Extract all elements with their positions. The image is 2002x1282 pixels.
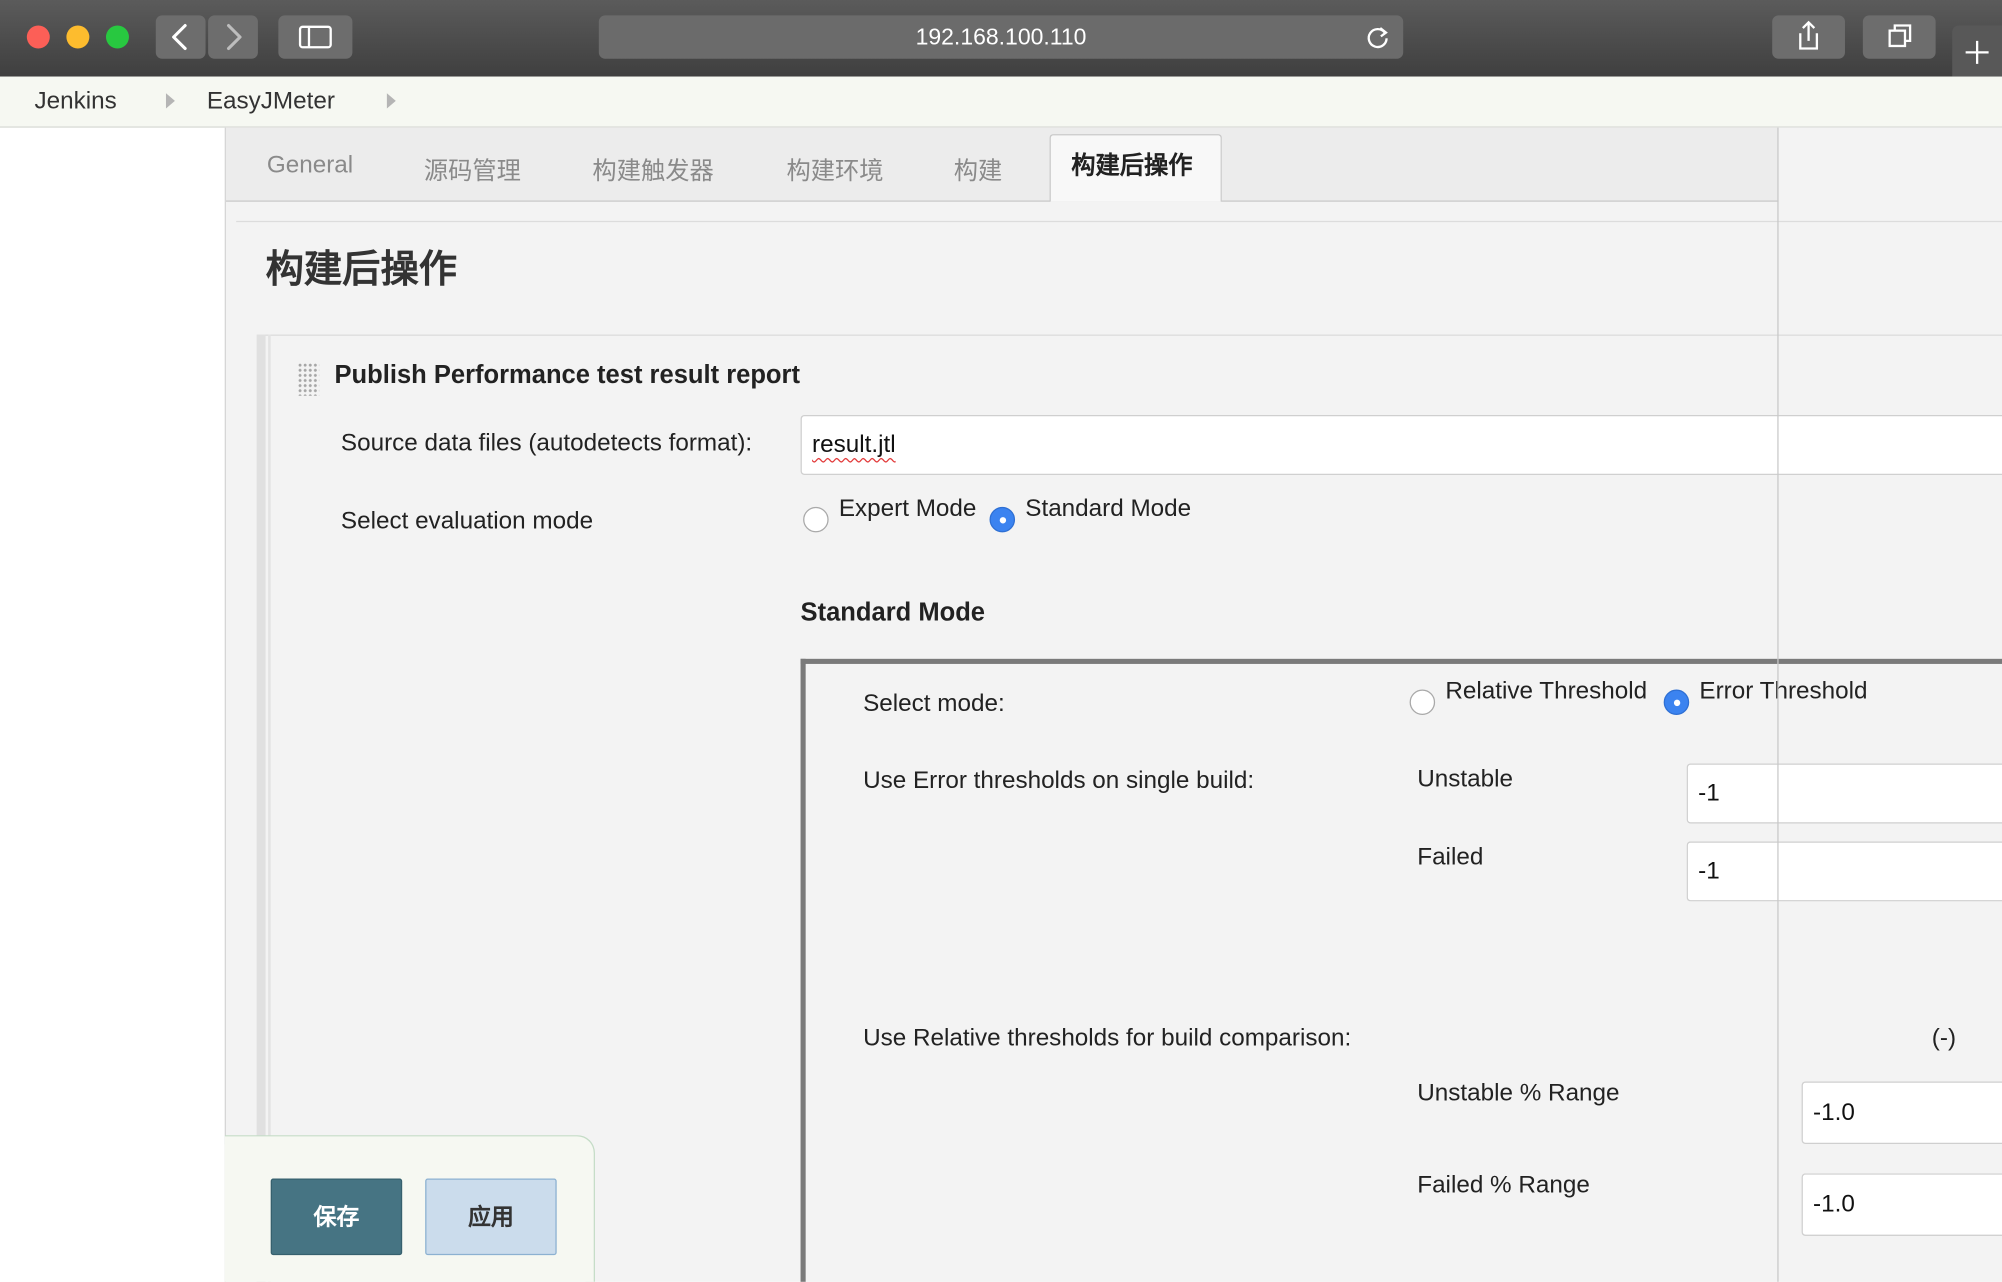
relative-threshold-radio[interactable] [1409,689,1436,716]
expert-mode-label[interactable]: Expert Mode [839,495,977,523]
tab-scm[interactable]: 源码管理 [424,152,521,186]
breadcrumb-easyjmeter[interactable]: EasyJMeter [207,88,335,116]
browser-toolbar: 192.168.100.110 [0,0,2002,77]
reload-icon[interactable] [1365,24,1391,50]
section-divider [236,220,2002,223]
new-tab-button[interactable] [1952,25,2002,77]
relative-collapse-toggle[interactable]: (-) [1932,1025,1956,1053]
evaluation-mode-label: Select evaluation mode [340,508,594,535]
error-threshold-label[interactable]: Error Threshold [1699,678,1867,706]
unstable-range-input[interactable]: -1.0 [1801,1081,2002,1145]
section-title: 构建后操作 [265,248,458,292]
failed-threshold-input[interactable]: -1 [1686,841,2002,902]
breadcrumb-jenkins[interactable]: Jenkins [34,88,116,116]
source-files-input[interactable]: result.jtl [800,414,2002,475]
tab-build-triggers[interactable]: 构建触发器 [592,152,713,186]
apply-button[interactable]: 应用 [425,1178,557,1256]
plus-icon [1965,40,1989,64]
show-tabs-button[interactable] [1862,15,1936,59]
chevron-right-icon [227,24,242,51]
tab-build-environment[interactable]: 构建环境 [787,152,884,186]
failed-range-label: Failed % Range [1417,1172,1590,1199]
unstable-threshold-input[interactable]: -1 [1686,763,2002,824]
failed-range-input[interactable]: -1.0 [1801,1173,2002,1236]
breadcrumb: Jenkins EasyJMeter [0,76,2002,128]
breadcrumb-separator-icon[interactable] [386,93,396,109]
unstable-label: Unstable [1417,766,1514,793]
forward-button[interactable] [208,15,258,59]
error-thresholds-label: Use Error thresholds on single build: [863,767,1255,795]
browser-window: 192.168.100.110 Jenkins EasyJMeter Gener… [0,0,2002,1282]
config-panel: General 源码管理 构建触发器 构建环境 构建 构建后操作 构建后操作 P… [224,127,2002,1282]
sidebar-toggle-button[interactable] [278,15,353,59]
chevron-left-icon [172,24,187,51]
source-files-value: result.jtl [812,431,896,459]
zoom-window-button[interactable] [105,25,129,49]
breadcrumb-separator-icon[interactable] [165,93,175,109]
standard-mode-title: Standard Mode [800,598,985,627]
share-icon [1799,20,1819,50]
tabs-overview-icon [1888,24,1912,48]
failed-range-value: -1.0 [1813,1191,1855,1219]
save-button[interactable]: 保存 [270,1178,403,1256]
sidebar-icon [298,25,332,49]
minimize-window-button[interactable] [66,25,90,49]
failed-threshold-value: -1 [1698,858,1720,885]
url-text: 192.168.100.110 [915,24,1087,50]
standard-mode-label[interactable]: Standard Mode [1025,495,1191,523]
select-mode-label: Select mode: [863,690,1005,718]
relative-thresholds-label: Use Relative thresholds for build compar… [863,1025,1352,1053]
tab-post-build-actions[interactable]: 构建后操作 [1049,134,1222,202]
source-files-label: Source data files (autodetects format): [340,430,753,458]
expert-mode-radio[interactable] [803,506,829,533]
address-bar[interactable]: 192.168.100.110 [598,15,1404,59]
close-window-button[interactable] [26,25,50,49]
relative-threshold-label[interactable]: Relative Threshold [1445,678,1647,706]
tab-general[interactable]: General [267,152,353,180]
failed-label: Failed [1417,843,1484,871]
unstable-range-value: -1.0 [1813,1099,1855,1127]
back-button[interactable] [155,15,206,59]
error-threshold-radio[interactable] [1663,689,1690,716]
drag-handle-icon[interactable] [297,362,320,396]
standard-mode-radio[interactable] [989,506,1016,533]
tab-build[interactable]: 构建 [954,152,1003,186]
publisher-title: Publish Performance test result report [334,361,800,390]
config-tabs: General 源码管理 构建触发器 构建环境 构建 构建后操作 [225,127,1779,202]
share-button[interactable] [1772,15,1845,59]
unstable-range-label: Unstable % Range [1417,1080,1620,1107]
unstable-threshold-value: -1 [1698,780,1720,807]
panel-right-border [1777,127,1779,1282]
